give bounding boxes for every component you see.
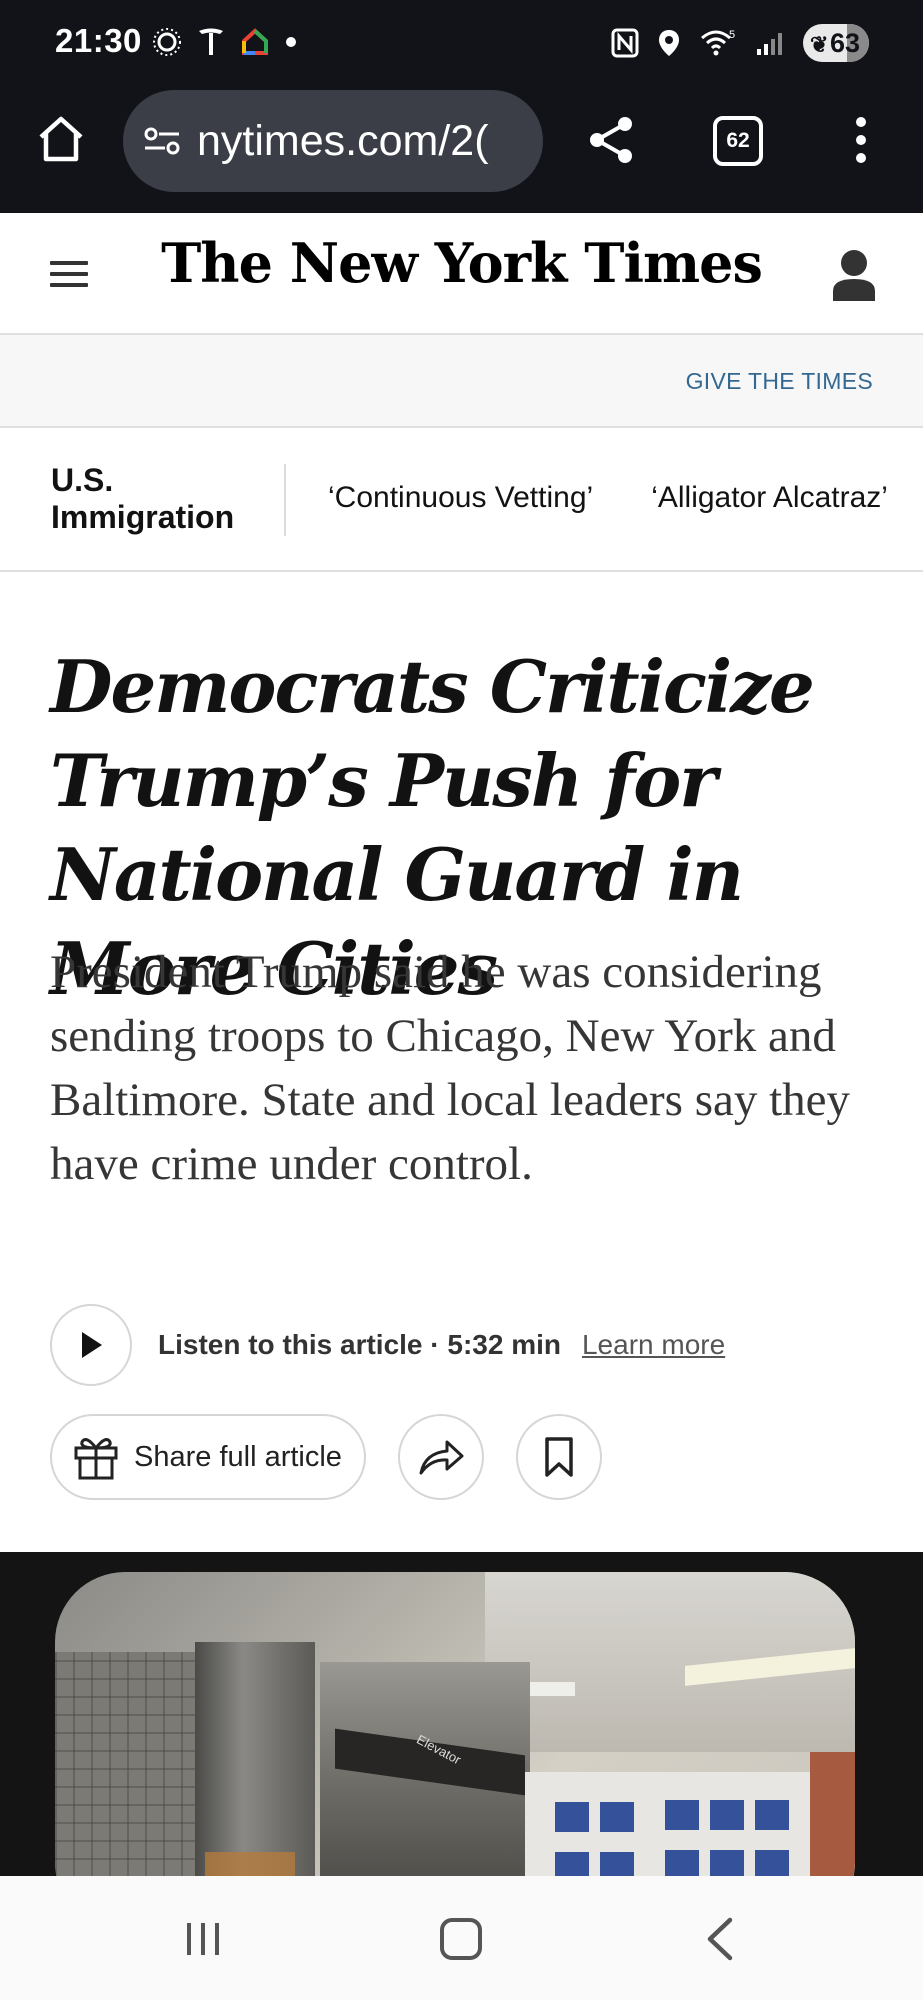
gift-icon [74, 1438, 118, 1480]
play-icon [82, 1332, 102, 1358]
tesla-icon [199, 28, 223, 55]
account-icon[interactable] [831, 247, 877, 303]
cell-signal-icon [757, 33, 782, 55]
status-time: 21:30 [55, 22, 142, 59]
share-full-article-button[interactable]: Share full article [50, 1414, 366, 1500]
section-link-continuous-vetting[interactable]: ‘Continuous Vetting’ [328, 481, 593, 515]
article-actions: Share full article [50, 1414, 602, 1500]
recents-icon[interactable] [183, 1919, 223, 1959]
section-title[interactable]: U.S. Immigration [51, 462, 271, 536]
site-logo[interactable]: The New York Times [0, 231, 923, 295]
learn-more-link[interactable]: Learn more [582, 1329, 725, 1361]
give-the-times-link[interactable]: GIVE THE TIMES [686, 368, 873, 395]
audio-player: Listen to this article · 5:32 min Learn … [50, 1304, 725, 1386]
section-navigation: U.S. Immigration ‘Continuous Vetting’ ‘A… [0, 428, 923, 572]
photo-scene: Elevator [55, 1572, 855, 1876]
status-bar: 21:30 5 ❦ 63 [0, 0, 923, 88]
share-arrow-icon [419, 1440, 464, 1475]
brightness-icon [153, 28, 181, 56]
home-icon[interactable] [35, 113, 87, 165]
bookmark-icon [545, 1437, 573, 1477]
google-home-icon [242, 28, 268, 55]
play-button[interactable] [50, 1304, 132, 1386]
listen-label: Listen to this article · 5:32 min [158, 1329, 561, 1360]
share-button[interactable] [398, 1414, 484, 1500]
share-full-article-label: Share full article [134, 1440, 342, 1473]
status-system-icons: 5 ❦ 63 [611, 24, 869, 62]
more-vert-icon[interactable] [848, 114, 874, 166]
notification-dot-icon [286, 37, 296, 47]
section-divider [284, 464, 286, 536]
address-bar[interactable]: nytimes.com/2( [123, 90, 543, 192]
system-navigation-bar [0, 1876, 923, 2000]
promo-banner: GIVE THE TIMES [0, 335, 923, 428]
article-summary: President Trump said he was considering … [50, 946, 851, 1190]
section-link-alligator-alcatraz[interactable]: ‘Alligator Alcatraz’ [651, 481, 888, 515]
save-button[interactable] [516, 1414, 602, 1500]
battery-indicator: ❦ 63 [803, 24, 869, 62]
site-header: The New York Times [0, 213, 923, 335]
article-photo: Elevator [0, 1552, 923, 1876]
system-home-icon[interactable] [440, 1918, 482, 1960]
battery-saver-icon: ❦ [810, 32, 829, 57]
wifi-icon: 5 [701, 29, 735, 56]
location-icon [659, 30, 679, 56]
back-icon[interactable] [700, 1916, 740, 1962]
tab-switcher-button[interactable]: 62 [713, 116, 763, 166]
battery-level: 63 [829, 27, 860, 58]
tune-icon[interactable] [143, 126, 181, 156]
browser-toolbar: nytimes.com/2( 62 [0, 88, 923, 213]
nfc-icon [611, 28, 639, 58]
share-icon[interactable] [585, 114, 637, 166]
url-text: nytimes.com/2( [197, 116, 489, 165]
svg-text:5: 5 [729, 29, 735, 41]
status-notification-icons [152, 26, 298, 58]
scroll-fade [883, 428, 923, 570]
section-links: ‘Continuous Vetting’ ‘Alligator Alcatraz… [328, 481, 888, 515]
